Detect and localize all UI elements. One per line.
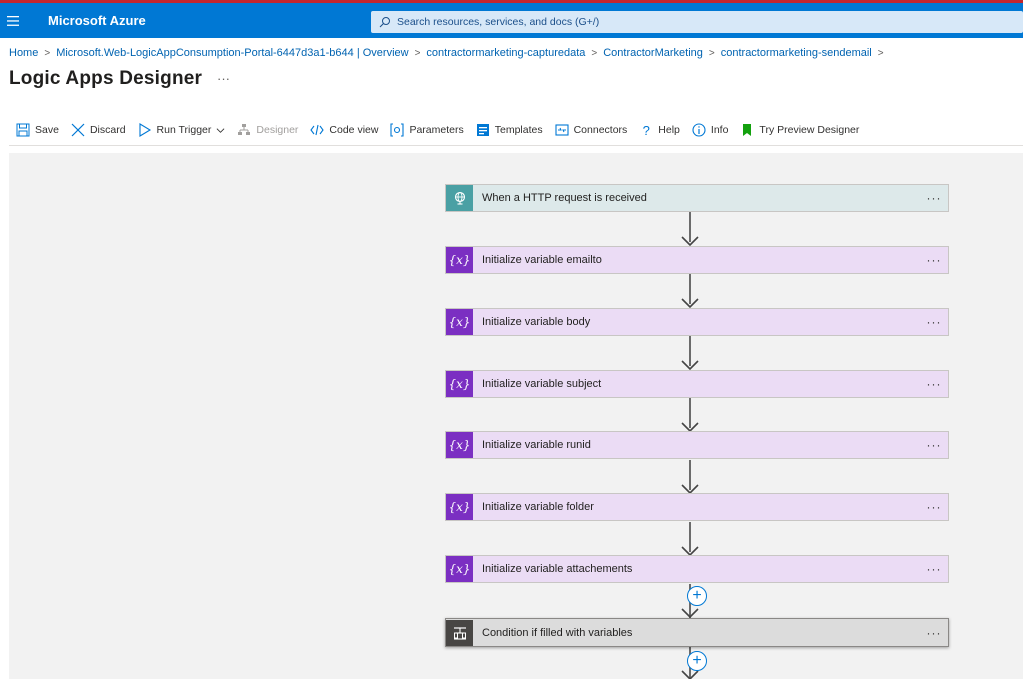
help-label: Help	[658, 124, 680, 136]
step-init-attachements[interactable]: {x} Initialize variable attachements ···	[445, 555, 949, 583]
designer-button[interactable]: Designer	[237, 123, 298, 137]
step-label: Initialize variable body	[482, 316, 591, 328]
step-label: Initialize variable emailto	[482, 254, 602, 266]
connectors-icon	[555, 124, 569, 136]
step-init-subject[interactable]: {x} Initialize variable subject ···	[445, 370, 949, 398]
http-request-icon	[446, 185, 473, 211]
more-options-icon[interactable]: ···	[920, 253, 948, 267]
parameters-button[interactable]: Parameters	[390, 123, 464, 137]
discard-button[interactable]: Discard	[71, 123, 126, 137]
variable-icon: {x}	[446, 432, 473, 458]
templates-label: Templates	[494, 124, 543, 136]
save-label: Save	[35, 124, 59, 136]
templates-button[interactable]: Templates	[476, 123, 543, 137]
more-options-icon[interactable]: ···	[217, 71, 230, 86]
variable-icon: {x}	[446, 309, 473, 335]
arrow-down-icon	[681, 236, 699, 246]
bookmark-icon	[743, 124, 752, 136]
toolbar-divider	[9, 145, 1023, 146]
code-view-button[interactable]: Code view	[310, 123, 378, 137]
variable-icon: {x}	[446, 556, 473, 582]
chevron-right-icon: >	[708, 47, 715, 59]
search-icon	[379, 17, 390, 28]
breadcrumb: Home > Microsoft.Web-LogicAppConsumption…	[9, 45, 890, 61]
more-options-icon[interactable]: ···	[920, 191, 948, 205]
designer-canvas[interactable]	[9, 153, 1023, 679]
step-label: Initialize variable runid	[482, 439, 591, 451]
global-search-input[interactable]: Search resources, services, and docs (G+…	[371, 11, 1023, 33]
chevron-right-icon: >	[44, 47, 51, 59]
step-condition[interactable]: Condition if filled with variables ···	[445, 618, 949, 647]
insert-step-button[interactable]: +	[687, 586, 707, 606]
step-label: Initialize variable attachements	[482, 563, 633, 575]
insert-step-button[interactable]: +	[687, 651, 707, 671]
arrow-down-icon	[681, 298, 699, 308]
more-options-icon[interactable]: ···	[920, 315, 948, 329]
save-button[interactable]: Save	[16, 123, 59, 137]
more-options-icon[interactable]: ···	[920, 626, 948, 640]
step-init-runid[interactable]: {x} Initialize variable runid ···	[445, 431, 949, 459]
arrow-down-icon	[681, 360, 699, 370]
designer-toolbar: Save Discard Run Trigger Designer Code v…	[16, 120, 871, 140]
breadcrumb-home[interactable]: Home	[9, 47, 38, 59]
play-icon	[138, 123, 151, 137]
help-icon: ?	[642, 122, 650, 138]
more-options-icon[interactable]: ···	[920, 562, 948, 576]
azure-top-bar: Microsoft Azure Search resources, servic…	[0, 0, 1023, 38]
step-http-trigger[interactable]: When a HTTP request is received ···	[445, 184, 949, 212]
more-options-icon[interactable]: ···	[920, 500, 948, 514]
breadcrumb-sendemail[interactable]: contractormarketing-sendemail	[721, 47, 872, 59]
step-init-emailto[interactable]: {x} Initialize variable emailto ···	[445, 246, 949, 274]
info-button[interactable]: Info	[692, 123, 729, 137]
breadcrumb-contractormarketing[interactable]: ContractorMarketing	[603, 47, 703, 59]
variable-icon: {x}	[446, 247, 473, 273]
more-options-icon[interactable]: ···	[920, 377, 948, 391]
info-icon	[692, 123, 706, 137]
step-init-body[interactable]: {x} Initialize variable body ···	[445, 308, 949, 336]
chevron-right-icon: >	[591, 47, 598, 59]
breadcrumb-resource-group[interactable]: Microsoft.Web-LogicAppConsumption-Portal…	[56, 47, 408, 59]
chevron-right-icon: >	[877, 47, 884, 59]
menu-icon[interactable]	[0, 3, 26, 38]
connectors-button[interactable]: Connectors	[555, 123, 628, 137]
chevron-down-icon	[216, 127, 225, 133]
run-trigger-button[interactable]: Run Trigger	[138, 123, 226, 137]
search-placeholder: Search resources, services, and docs (G+…	[397, 16, 600, 28]
code-icon	[310, 124, 325, 136]
page-title: Logic Apps Designer	[9, 68, 203, 89]
step-label: Initialize variable folder	[482, 501, 594, 513]
close-icon	[71, 123, 85, 137]
try-preview-label: Try Preview Designer	[759, 124, 860, 136]
save-icon	[16, 123, 30, 137]
connectors-label: Connectors	[573, 124, 628, 136]
discard-label: Discard	[89, 124, 126, 136]
step-label: Initialize variable subject	[482, 378, 602, 390]
info-label: Info	[710, 124, 729, 136]
variable-icon: {x}	[446, 494, 473, 520]
help-button[interactable]: ? Help	[639, 122, 680, 138]
step-init-folder[interactable]: {x} Initialize variable folder ···	[445, 493, 949, 521]
step-label: When a HTTP request is received	[482, 192, 647, 204]
try-preview-designer-button[interactable]: Try Preview Designer	[740, 123, 859, 137]
arrow-down-icon	[681, 608, 699, 618]
azure-brand-link[interactable]: Microsoft Azure	[48, 13, 146, 28]
variable-icon: {x}	[446, 371, 473, 397]
condition-icon	[446, 619, 473, 646]
designer-label: Designer	[256, 124, 299, 136]
templates-icon	[476, 124, 489, 136]
designer-icon	[238, 124, 251, 135]
step-label: Condition if filled with variables	[482, 626, 633, 639]
more-options-icon[interactable]: ···	[920, 438, 948, 452]
parameters-icon	[390, 123, 405, 137]
breadcrumb-capturedata[interactable]: contractormarketing-capturedata	[426, 47, 585, 59]
chevron-right-icon: >	[414, 47, 421, 59]
parameters-label: Parameters	[409, 124, 464, 136]
code-view-label: Code view	[329, 124, 379, 136]
run-trigger-label: Run Trigger	[156, 124, 212, 136]
arrow-down-icon	[681, 670, 699, 679]
